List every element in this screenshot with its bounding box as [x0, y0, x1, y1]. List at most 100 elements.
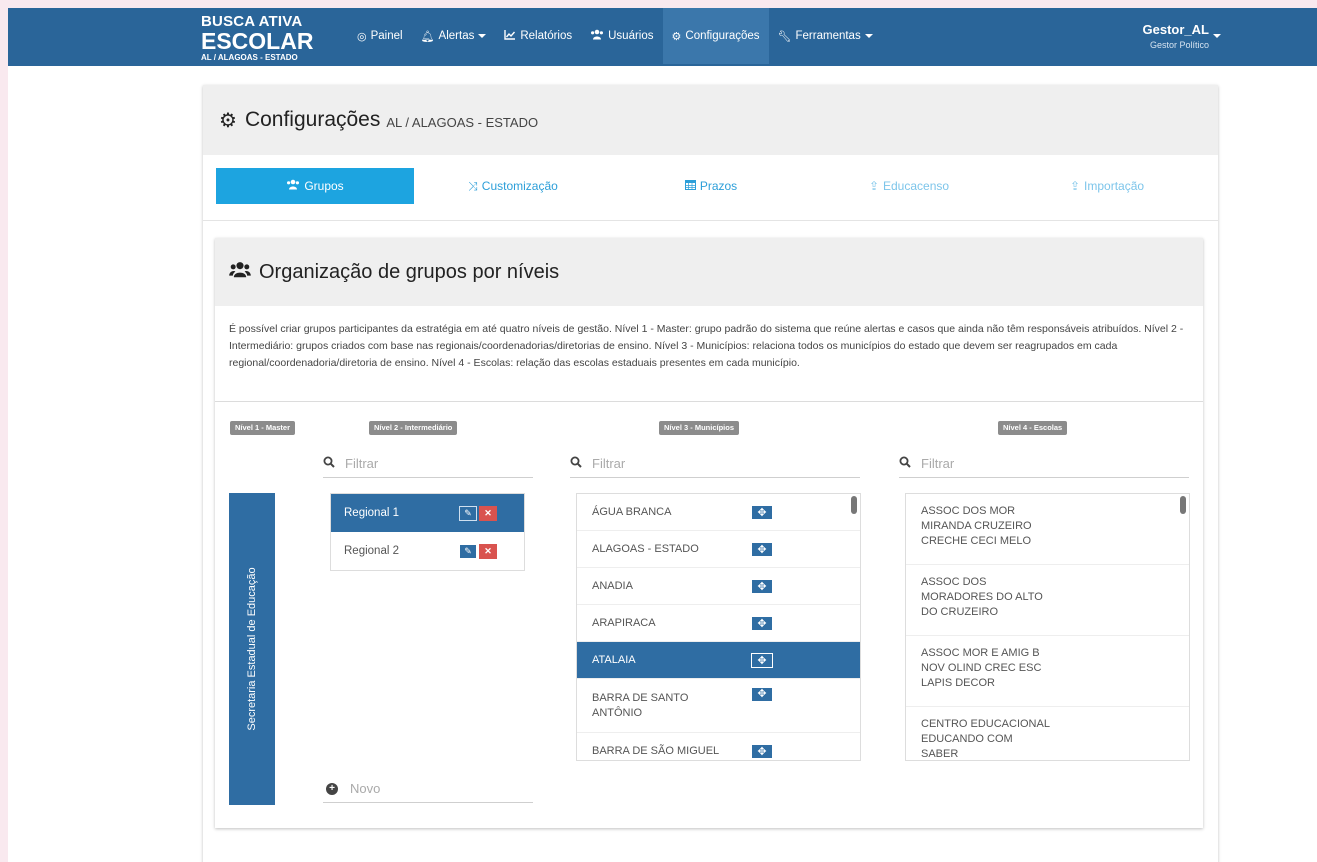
tab-prazos[interactable]: Prazos	[612, 168, 810, 204]
municipio-item[interactable]: ÁGUA BRANCA ✥	[577, 494, 860, 531]
caret-down-icon	[864, 34, 873, 38]
caret-down-icon	[478, 34, 487, 38]
master-group-label: Secretaria Estadual de Educação	[246, 567, 258, 731]
gear-icon: ⚙	[219, 109, 237, 132]
tab-educacenso[interactable]: ⇪ Educacenso	[810, 168, 1008, 204]
master-group[interactable]: Secretaria Estadual de Educação	[229, 493, 275, 805]
escola-name: ASSOC DOS MOR MIRANDA CRUZEIRO CRECHE CE…	[921, 505, 1032, 547]
regional-name: Regional 2	[344, 545, 399, 557]
tab-label: Importação	[1084, 179, 1145, 193]
line-chart-icon	[504, 29, 516, 43]
regional-list: Regional 1 ✎ ✕ Regional 2 ✎ ✕	[330, 493, 525, 571]
settings-tabs: Grupos ⤨ Customização Prazos ⇪ Educacens…	[216, 168, 1206, 204]
edit-icon[interactable]: ✎	[459, 506, 477, 521]
municipio-item[interactable]: BARRA DE SANTO ANTÔNIO ✥	[577, 679, 860, 733]
brand-line-2: ESCOLAR	[201, 28, 314, 54]
groups-header: Organização de grupos por níveis	[215, 238, 1203, 306]
escola-name: ASSOC DOS MORADORES DO ALTO DO CRUZEIRO	[921, 576, 1043, 618]
section-divider	[215, 401, 1203, 402]
upload-icon: ⇪	[1069, 179, 1081, 193]
move-icon[interactable]: ✥	[751, 542, 773, 557]
filter-input-level-4[interactable]	[921, 456, 1121, 471]
tab-importacao[interactable]: ⇪ Importação	[1008, 168, 1206, 204]
filter-input-level-3[interactable]	[592, 456, 792, 471]
users-icon	[286, 179, 300, 193]
municipio-item[interactable]: ALAGOAS - ESTADO ✥	[577, 531, 860, 568]
app-frame: BUSCA ATIVA ESCOLAR AL / ALAGOAS - ESTAD…	[8, 8, 1317, 862]
regional-name: Regional 1	[344, 507, 399, 519]
move-icon[interactable]: ✥	[751, 744, 773, 759]
groups-panel: Organização de grupos por níveis É possí…	[215, 238, 1203, 828]
settings-header: ⚙ Configurações AL / ALAGOAS - ESTADO	[203, 85, 1218, 155]
municipio-name: ARAPIRACA	[592, 617, 656, 629]
gear-icon: ⚙	[671, 30, 682, 43]
nav-label: Usuários	[608, 30, 654, 42]
upload-icon: ⇪	[868, 179, 879, 193]
edit-icon[interactable]: ✎	[459, 544, 477, 559]
nav-label: Configurações	[685, 30, 760, 42]
escola-item[interactable]: ASSOC DOS MORADORES DO ALTO DO CRUZEIRO	[906, 565, 1189, 636]
dashboard-icon: ◎	[357, 30, 367, 43]
nav-painel[interactable]: ◎ Painel	[348, 8, 412, 64]
brand-logo[interactable]: BUSCA ATIVA ESCOLAR AL / ALAGOAS - ESTAD…	[201, 14, 313, 62]
users-icon	[229, 261, 251, 283]
user-caret-icon[interactable]	[1213, 34, 1221, 38]
filter-level-4	[899, 450, 1189, 478]
nav-alertas[interactable]: 🔔︎ Alertas	[412, 8, 496, 64]
municipio-item[interactable]: ARAPIRACA ✥	[577, 605, 860, 642]
new-group-field: +	[323, 775, 533, 803]
search-icon	[323, 456, 335, 471]
tab-customizacao[interactable]: ⤨ Customização	[414, 168, 612, 204]
nav-label: Alertas	[438, 30, 475, 42]
user-name: Gestor_AL	[1142, 22, 1209, 37]
page-title: Configurações	[244, 108, 381, 131]
shuffle-icon: ⤨	[468, 178, 478, 193]
section-description: É possível criar grupos participantes da…	[229, 323, 1184, 369]
move-icon[interactable]: ✥	[751, 653, 773, 668]
municipio-name: ANADIA	[592, 580, 633, 592]
move-icon[interactable]: ✥	[751, 687, 773, 702]
municipio-item[interactable]: ATALAIA ✥	[577, 642, 860, 679]
nav-ferramentas[interactable]: 🔧︎ Ferramentas	[769, 8, 882, 64]
municipio-item[interactable]: ANADIA ✥	[577, 568, 860, 605]
escola-item[interactable]: CENTRO EDUCACIONAL EDUCANDO COM SABER	[906, 707, 1189, 760]
user-menu[interactable]: Gestor_AL Gestor Político	[1143, 22, 1209, 50]
tab-grupos[interactable]: Grupos	[216, 168, 414, 204]
bell-icon: 🔔︎	[420, 30, 435, 43]
escola-name: CENTRO EDUCACIONAL EDUCANDO COM SABER	[921, 718, 1050, 760]
brand-line-1: BUSCA ATIVA	[201, 13, 303, 30]
delete-icon[interactable]: ✕	[479, 544, 497, 559]
move-icon[interactable]: ✥	[751, 579, 773, 594]
nav-relatorios[interactable]: Relatórios	[495, 8, 581, 64]
scrollbar-thumb[interactable]	[1180, 496, 1186, 514]
level-4-badge: Nível 4 - Escolas	[998, 421, 1068, 435]
escolas-list[interactable]: ASSOC DOS MOR MIRANDA CRUZEIRO CRECHE CE…	[905, 493, 1190, 761]
escola-item[interactable]: ASSOC MOR E AMIG B NOV OLIND CREC ESC LA…	[906, 636, 1189, 707]
tabs-divider	[203, 220, 1218, 221]
nav-configuracoes[interactable]: ⚙ Configurações	[662, 8, 769, 64]
level-3-badge: Nível 3 - Municípios	[659, 421, 740, 435]
tab-label: Prazos	[699, 179, 738, 193]
municipio-item[interactable]: BARRA DE SÃO MIGUEL ✥	[577, 733, 860, 760]
regional-item[interactable]: Regional 2 ✎ ✕	[331, 532, 524, 570]
filter-input-level-2[interactable]	[345, 456, 533, 471]
scrollbar-thumb[interactable]	[851, 496, 857, 514]
municipio-name: BARRA DE SÃO MIGUEL	[592, 745, 720, 757]
escola-item[interactable]: ASSOC DOS MOR MIRANDA CRUZEIRO CRECHE CE…	[906, 494, 1189, 565]
level-2-badge: Nível 2 - Intermediário	[369, 421, 458, 435]
nav-label: Relatórios	[520, 30, 573, 42]
move-icon[interactable]: ✥	[751, 616, 773, 631]
new-group-input[interactable]	[350, 781, 520, 796]
level-1-badge: Nível 1 - Master	[230, 421, 296, 435]
delete-icon[interactable]: ✕	[479, 506, 497, 521]
nav-usuarios[interactable]: Usuários	[581, 8, 662, 64]
regional-item[interactable]: Regional 1 ✎ ✕	[331, 494, 524, 532]
municipio-name: ATALAIA	[592, 654, 636, 666]
tab-label: Educacenso	[883, 179, 950, 193]
municipio-name: ÁGUA BRANCA	[592, 506, 672, 518]
brand-line-3: AL / ALAGOAS - ESTADO	[201, 53, 298, 62]
move-icon[interactable]: ✥	[751, 505, 773, 520]
search-icon	[570, 456, 582, 471]
users-icon	[590, 29, 604, 43]
municipios-list[interactable]: ÁGUA BRANCA ✥ ALAGOAS - ESTADO ✥ ANADIA …	[576, 493, 861, 761]
